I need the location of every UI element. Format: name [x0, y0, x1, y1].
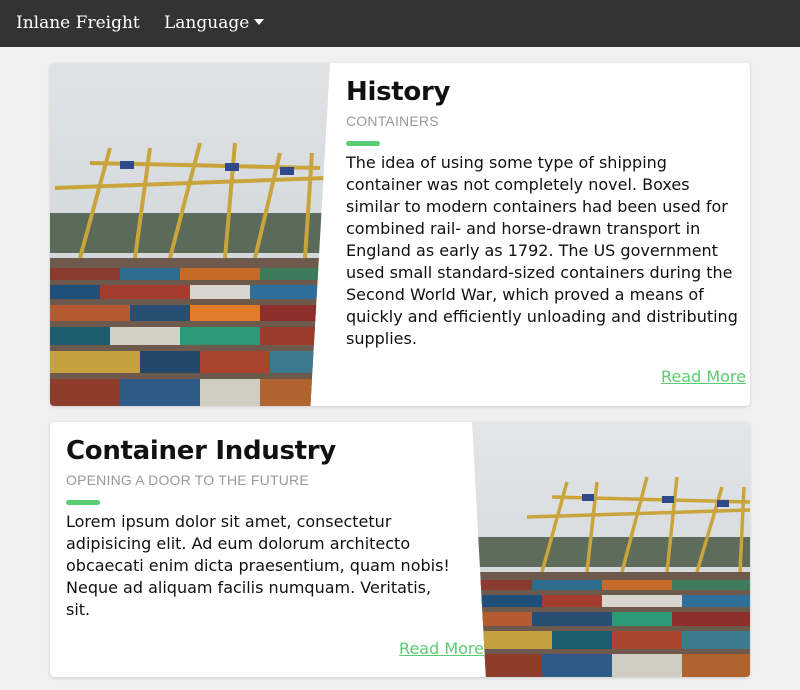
language-dropdown[interactable]: Language [164, 13, 265, 33]
caret-down-icon [254, 18, 265, 25]
container-port-photo [50, 63, 330, 406]
read-more-link[interactable]: Read More [399, 639, 484, 658]
card-body: Lorem ipsum dolor sit amet, consectetur … [66, 512, 450, 619]
history-card: History CONTAINERS The idea of using som… [50, 63, 750, 406]
card-body: The idea of using some type of shipping … [346, 153, 738, 348]
read-more-link[interactable]: Read More [661, 367, 746, 386]
card-subtitle: OPENING A DOOR TO THE FUTURE [66, 472, 309, 488]
brand-link[interactable]: Inlane Freight [16, 13, 140, 33]
top-navbar: Inlane Freight Language [0, 0, 800, 47]
card-title: Container Industry [66, 436, 336, 466]
card-subtitle: CONTAINERS [346, 113, 439, 129]
container-industry-card: Container Industry OPENING A DOOR TO THE… [50, 422, 750, 677]
language-label: Language [164, 13, 250, 33]
card-title: History [346, 77, 451, 107]
container-port-photo [472, 422, 750, 677]
accent-divider [66, 500, 100, 505]
accent-divider [346, 141, 380, 146]
